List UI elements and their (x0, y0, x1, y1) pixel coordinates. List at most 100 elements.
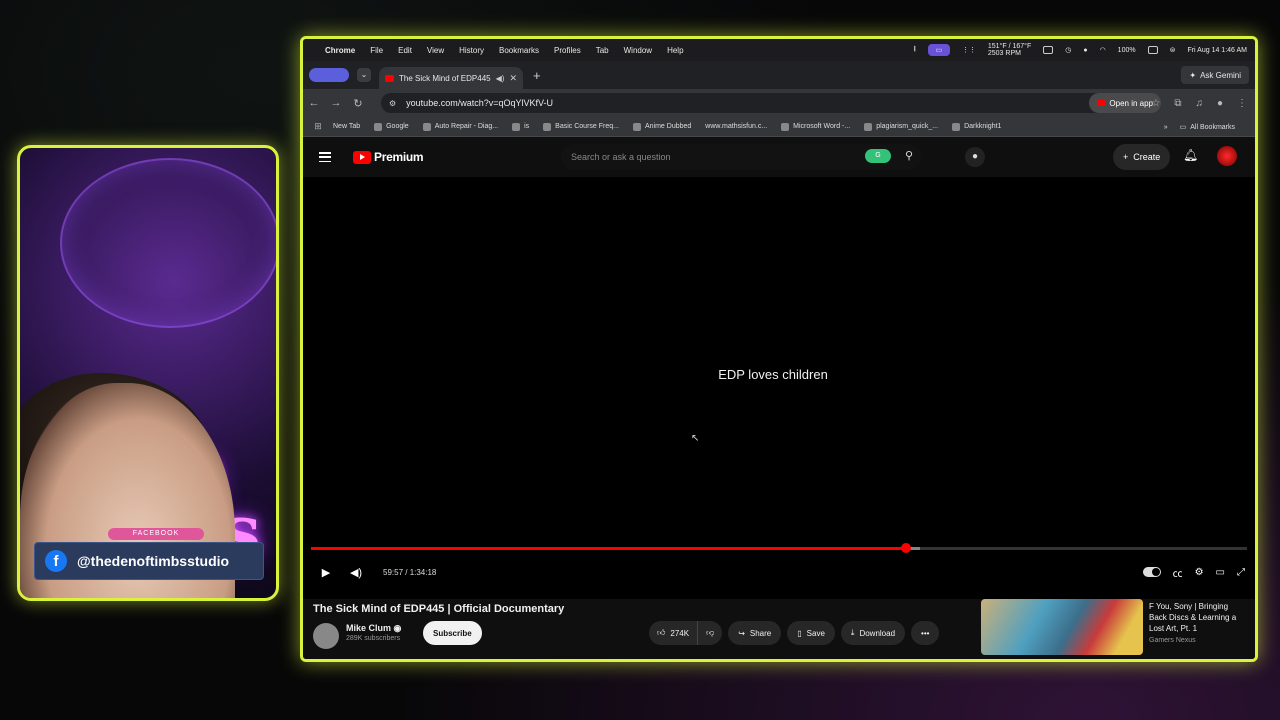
youtube-premium-logo[interactable]: Premium (353, 150, 424, 164)
save-button[interactable]: ▯ Save (787, 621, 835, 645)
kebab-menu-icon[interactable]: ⋮ (1237, 98, 1247, 109)
hamburger-menu-icon[interactable] (319, 152, 331, 162)
grid-icon[interactable]: ⋮⋮ (962, 46, 976, 54)
menu-help[interactable]: Help (667, 46, 683, 55)
menu-file[interactable]: File (370, 46, 383, 55)
channel-avatar[interactable] (313, 623, 339, 649)
theater-mode-icon[interactable]: ▭ (1216, 567, 1225, 578)
progress-bar[interactable] (311, 543, 1247, 553)
control-center-icon[interactable]: ⊜ (1170, 46, 1176, 54)
captions-icon[interactable]: ㏄ (1173, 565, 1183, 580)
bookmark-plagiarism[interactable]: plagiarism_quick_... (864, 122, 938, 131)
recommended-thumbnail[interactable] (981, 599, 1143, 655)
settings-gear-icon[interactable]: ⚙ (1195, 567, 1204, 578)
video-player[interactable]: EDP loves children ↖ ▶ ◀) 59:57 / 1:34:1… (303, 177, 1255, 599)
apps-grid-icon[interactable]: ⊞ (303, 121, 333, 132)
bookmark-label: Darkknight1 (964, 123, 1002, 130)
play-icon[interactable]: ▶ (311, 566, 341, 579)
star-icon[interactable]: ☆ (1151, 98, 1160, 109)
subscribe-button[interactable]: Subscribe (423, 621, 482, 645)
menu-profiles[interactable]: Profiles (554, 46, 581, 55)
temperature-readout[interactable]: 151°F / 167°F 2503 RPM (988, 43, 1031, 57)
toolbar-icons: ☆ ⧉ ♫ ● ⋮ (1151, 93, 1247, 113)
reload-icon[interactable]: ↻ (347, 97, 369, 110)
search-icon[interactable]: ⚲ (905, 149, 913, 162)
tab-close-icon[interactable]: ✕ (509, 73, 517, 84)
bookmark-google[interactable]: Google (374, 122, 409, 131)
scrubber-handle[interactable] (901, 543, 911, 553)
fullscreen-icon[interactable]: ⤢ (1237, 567, 1245, 578)
notifications-bell-icon[interactable]: 🔔︎ (1183, 148, 1198, 162)
wifi-icon[interactable]: ◠ (1100, 46, 1106, 54)
url-text[interactable]: youtube.com/watch?v=qOqYlVKfV-U (406, 98, 553, 108)
screen-record-icon[interactable]: ▭ (927, 44, 950, 56)
back-arrow-icon[interactable]: ← (303, 97, 325, 109)
tab-active[interactable]: The Sick Mind of EDP445 ◀) ✕ (379, 67, 523, 89)
recommended-title[interactable]: F You, Sony | Bringing Back Discs & Lear… (1149, 601, 1243, 634)
menu-window[interactable]: Window (624, 46, 652, 55)
display-icon[interactable] (1043, 46, 1054, 54)
open-in-app-button[interactable]: Open in app (1089, 93, 1161, 113)
bookmark-darkknight[interactable]: Darkknight1 (952, 122, 1002, 131)
page-icon (632, 122, 641, 131)
extensions-icon[interactable]: ⧉ (1174, 98, 1181, 109)
menu-edit[interactable]: Edit (398, 46, 412, 55)
recommended-video[interactable]: F You, Sony | Bringing Back Discs & Lear… (981, 599, 1243, 655)
autoplay-toggle[interactable] (1142, 567, 1161, 577)
create-button[interactable]: + Create (1113, 144, 1171, 170)
video-metadata: The Sick Mind of EDP445 | Official Docum… (303, 599, 1255, 659)
grammarly-badge-icon[interactable]: G (865, 149, 891, 163)
menu-bookmarks[interactable]: Bookmarks (499, 46, 539, 55)
all-bookmarks-button[interactable]: ▭ All Bookmarks (1180, 123, 1235, 132)
video-caption-text: EDP loves children (718, 367, 828, 382)
bookmark-mathsisfun[interactable]: www.mathsisfun.c... (705, 123, 767, 130)
site-info-icon[interactable]: ⚙ (389, 99, 396, 108)
user-icon[interactable]: ● (1083, 47, 1087, 54)
bookmark-microsoft-word[interactable]: Microsoft Word -... (781, 122, 851, 131)
ask-gemini-button[interactable]: ✦ Ask Gemini (1181, 66, 1249, 84)
new-tab-plus-icon[interactable]: + (533, 68, 541, 83)
more-actions-button[interactable]: ••• (911, 621, 940, 645)
clock-icon[interactable]: ◷ (1065, 46, 1071, 54)
microphone-icon[interactable]: ● (965, 147, 985, 167)
download-button[interactable]: ⤓ Download (840, 621, 906, 645)
account-avatar[interactable] (1217, 146, 1237, 166)
tab-group-chip[interactable] (309, 68, 349, 82)
like-button[interactable]: 👍︎ 274K (649, 621, 699, 645)
bookmark-label: www.mathsisfun.c... (705, 123, 768, 130)
speaker-icon[interactable]: ◀) (496, 74, 505, 83)
profile-icon[interactable]: ● (1217, 98, 1223, 109)
bookmark-is[interactable]: is (512, 122, 529, 131)
bookmark-label: Microsoft Word -... (793, 123, 851, 130)
battery-percent[interactable]: 100% (1118, 47, 1136, 54)
search-input[interactable]: Search or ask a question G ⚲ (561, 144, 921, 170)
channel-name[interactable]: Mike Clum ◉ (346, 623, 401, 634)
audio-icon[interactable]: 𝄃 (914, 46, 916, 54)
youtube-icon (1097, 100, 1106, 106)
webcam-overlay: n bs FACEBOOK f @thedenoftimbsstudio (17, 145, 279, 601)
tab-search-chevron-icon[interactable]: ⌄ (357, 68, 371, 82)
share-button[interactable]: ↪ Share (728, 621, 782, 645)
bookmark-auto-repair[interactable]: Auto Repair - Diag... (422, 122, 498, 131)
rpm-text: 2503 RPM (987, 50, 1021, 57)
bookmark-anime-dubbed[interactable]: Anime Dubbed (632, 122, 691, 131)
menu-app-name[interactable]: Chrome (325, 46, 355, 55)
menu-history[interactable]: History (459, 46, 484, 55)
bookmarks-overflow-icon[interactable]: » (1164, 124, 1168, 131)
omnibox[interactable]: ⚙ youtube.com/watch?v=qOqYlVKfV-U (381, 93, 1141, 113)
bookmark-basic-course[interactable]: Basic Course Freq... (543, 122, 619, 131)
all-bookmarks-label: All Bookmarks (1190, 123, 1235, 131)
page-icon (512, 122, 521, 131)
temp-text: 151°F / 167°F (987, 43, 1032, 50)
menu-tab[interactable]: Tab (596, 46, 609, 55)
forward-arrow-icon[interactable]: → (325, 97, 347, 109)
menu-view[interactable]: View (427, 46, 444, 55)
progress-fill (311, 547, 906, 550)
menubar-status-area: 𝄃 ▭ ⋮⋮ 151°F / 167°F 2503 RPM ◷ ● ◠ 100% … (914, 39, 1247, 61)
datetime[interactable]: Fri Aug 14 1:46 AM (1187, 47, 1247, 54)
bookmark-new-tab[interactable]: New Tab (333, 123, 360, 130)
dislike-button[interactable]: 👎︎ (698, 628, 722, 638)
media-controls-icon[interactable]: ♫ (1195, 98, 1203, 109)
create-label: Create (1133, 152, 1161, 162)
volume-icon[interactable]: ◀) (341, 566, 371, 579)
